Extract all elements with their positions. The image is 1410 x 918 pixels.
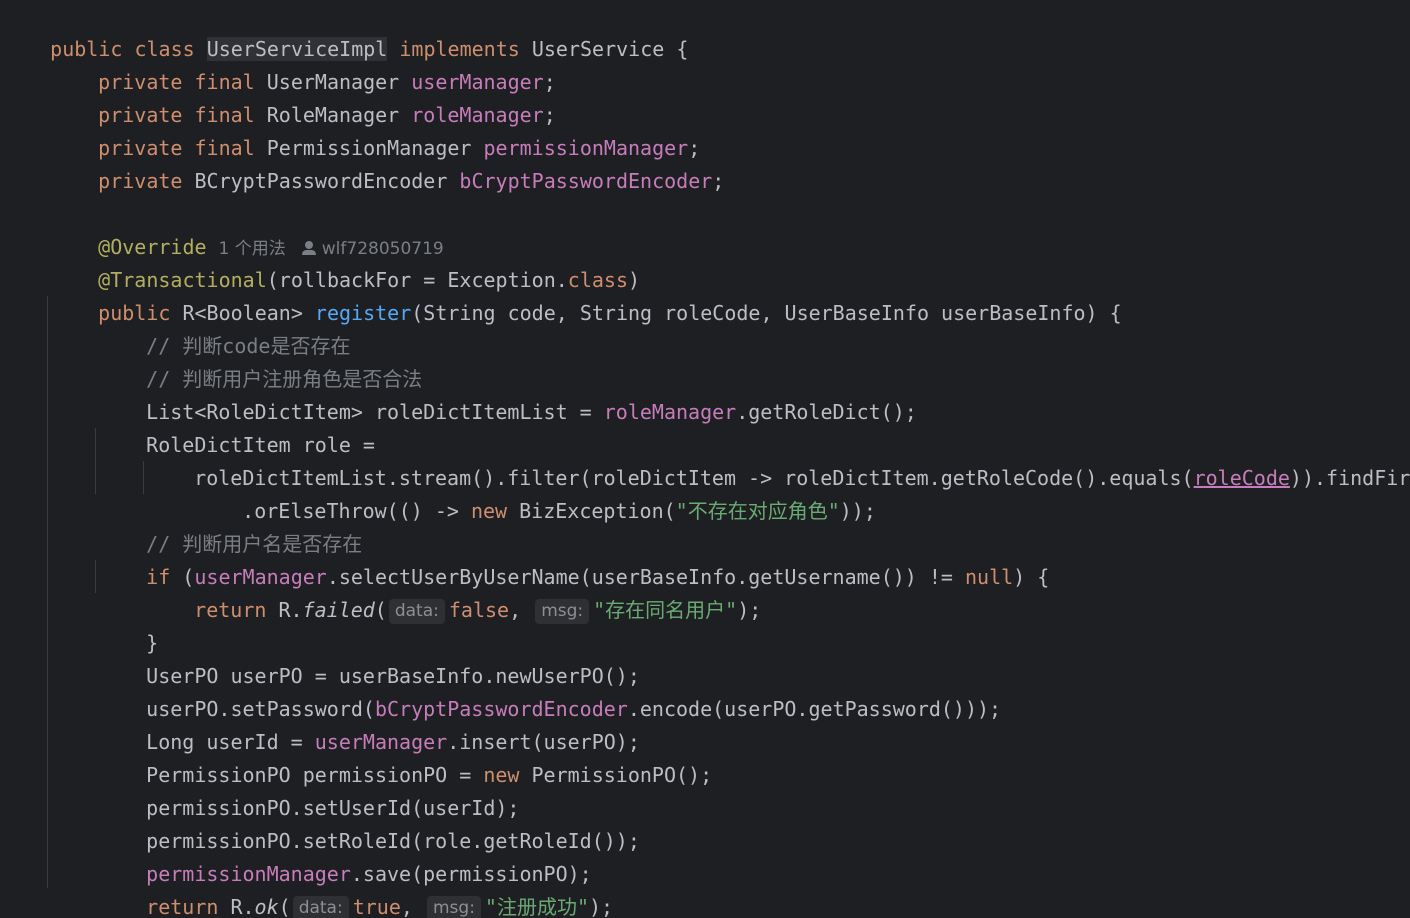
- code-text: BizException(: [507, 499, 676, 523]
- code-text: ,: [509, 598, 522, 622]
- code-line[interactable]: private final UserManager userManager;: [50, 33, 556, 94]
- indent-guide: [47, 296, 48, 888]
- indent-guide: [143, 461, 144, 494]
- type-name: BCryptPasswordEncoder: [182, 169, 460, 193]
- code-text: );: [589, 895, 614, 918]
- code-line[interactable]: permissionManager.save(permissionPO);: [98, 825, 592, 886]
- param-reference[interactable]: roleCode: [1194, 466, 1290, 490]
- code-line[interactable]: .orElseThrow(() -> new BizException("不存在…: [194, 462, 876, 523]
- code-line[interactable]: RoleDictItem role =: [98, 396, 375, 457]
- keyword: false: [448, 598, 510, 622]
- keyword: private: [98, 169, 183, 193]
- code-line[interactable]: return R.ok(data: true, msg: "注册成功");: [98, 858, 613, 918]
- param-hint: data:: [388, 599, 445, 624]
- code-line[interactable]: // 判断用户名是否存在: [98, 495, 362, 556]
- code-line[interactable]: roleDictItemList.stream().filter(roleDic…: [146, 429, 1410, 490]
- code-text: ,: [400, 895, 413, 918]
- code-line[interactable]: @Transactional(rollbackFor = Exception.c…: [50, 231, 640, 292]
- code-line[interactable]: public R<Boolean> register(String code, …: [50, 264, 1122, 325]
- code-text: PermissionPO();: [519, 763, 713, 787]
- field-name[interactable]: bCryptPasswordEncoder: [459, 169, 712, 193]
- code-text: ));: [839, 499, 876, 523]
- code-line[interactable]: @Override 1 个用法 wlf728050719: [50, 198, 444, 259]
- code-line[interactable]: permissionPO.setRoleId(role.getRoleId())…: [98, 792, 640, 853]
- param-hint: data:: [292, 896, 349, 918]
- method-call[interactable]: ok: [255, 895, 279, 918]
- keyword: new: [470, 499, 508, 523]
- code-line[interactable]: if (userManager.selectUserByUserName(use…: [98, 528, 1049, 589]
- string-literal: "不存在对应角色": [675, 499, 840, 523]
- code-line[interactable]: }: [98, 594, 158, 655]
- code-text: (String code, String roleCode, UserBaseI…: [411, 301, 1122, 325]
- keyword: null: [965, 565, 1014, 589]
- code-text: ) {: [1013, 565, 1050, 589]
- keyword: return: [194, 598, 267, 622]
- code-line[interactable]: List<RoleDictItem> roleDictItemList = ro…: [98, 363, 917, 424]
- code-text: R.: [266, 598, 303, 622]
- code-line[interactable]: UserPO userPO = userBaseInfo.newUserPO()…: [98, 627, 640, 688]
- code-text: R.: [218, 895, 255, 918]
- code-line[interactable]: return R.failed(data: false, msg: "存在同名用户"…: [146, 561, 761, 624]
- keyword: true: [352, 895, 401, 918]
- code-text: )).findFirst(): [1289, 466, 1410, 490]
- code-line[interactable]: Long userId = userManager.insert(userPO)…: [98, 693, 640, 754]
- indent-guide: [95, 428, 96, 494]
- string-literal: "注册成功": [484, 895, 590, 918]
- code-line[interactable]: permissionPO.setUserId(userId);: [98, 759, 519, 820]
- code-line[interactable]: PermissionPO permissionPO = new Permissi…: [98, 726, 712, 787]
- method-call[interactable]: failed: [303, 598, 375, 622]
- param-hint: msg:: [426, 896, 481, 918]
- indent-guide: [95, 560, 96, 593]
- code-text: .encode(userPO.getPassword()));: [627, 697, 1002, 721]
- code-text: );: [737, 598, 762, 622]
- code-line[interactable]: public class UserServiceImpl implements …: [2, 0, 688, 61]
- param-hint: msg:: [535, 599, 590, 624]
- code-line[interactable]: userPO.setPassword(bCryptPasswordEncoder…: [98, 660, 1001, 721]
- code-line[interactable]: // 判断用户注册角色是否合法: [98, 330, 422, 391]
- code-text: .getRoleDict();: [736, 400, 917, 424]
- code-line[interactable]: private final PermissionManager permissi…: [50, 99, 700, 160]
- code-text: ;: [712, 169, 725, 193]
- code-text: (: [374, 598, 387, 622]
- field-name[interactable]: roleManager: [604, 400, 736, 424]
- code-line[interactable]: }: [50, 891, 110, 918]
- code-line[interactable]: // 判断code是否存在: [98, 297, 350, 358]
- keyword: return: [146, 895, 219, 918]
- code-text: (: [278, 895, 291, 918]
- code-line[interactable]: private final RoleManager roleManager;: [50, 66, 556, 127]
- code-editor[interactable]: public class UserServiceImpl implements …: [0, 0, 1410, 918]
- code-line[interactable]: private BCryptPasswordEncoder bCryptPass…: [50, 132, 724, 193]
- string-literal: "存在同名用户": [593, 598, 738, 622]
